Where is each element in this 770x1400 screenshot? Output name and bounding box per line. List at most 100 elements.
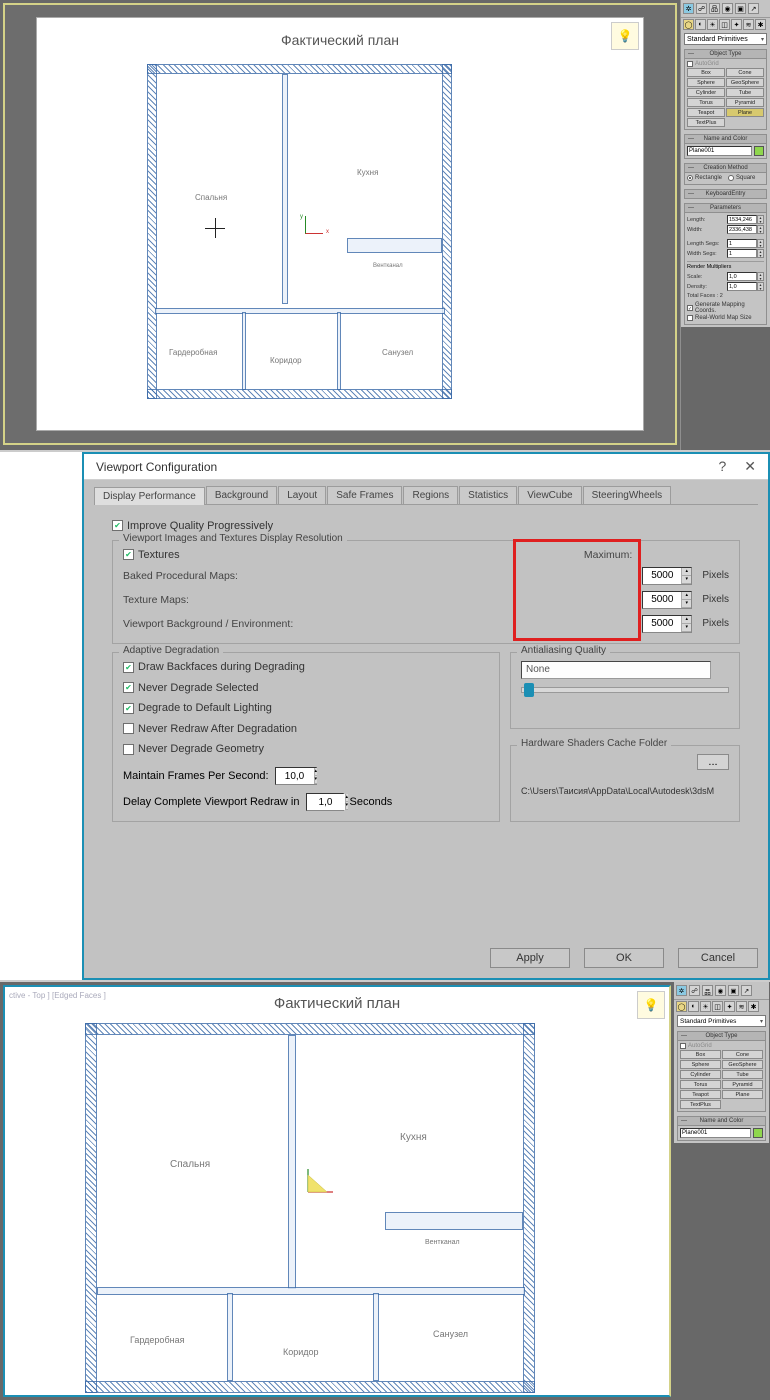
width-spinner[interactable]: ▴▾	[727, 225, 764, 234]
geosphere-button[interactable]: GeoSphere	[726, 78, 764, 87]
square-radio[interactable]	[728, 175, 734, 181]
rectangle-radio[interactable]	[687, 175, 693, 181]
draw-backfaces-checkbox[interactable]: ✔Draw Backfaces during Degrading	[123, 661, 305, 673]
name-color-rollout: Name and Color Plane001	[684, 134, 767, 159]
helpers-subtab-icon[interactable]: ✦	[724, 1001, 735, 1012]
tab-statistics[interactable]: Statistics	[459, 486, 517, 504]
help-icon[interactable]: ?	[718, 458, 726, 475]
panel-main-tabs: ✲ ☍ 品 ◉ ▣ ↗	[681, 0, 770, 18]
ok-button[interactable]: OK	[584, 948, 664, 968]
sphere-button[interactable]: Sphere	[687, 78, 725, 87]
utilities-tab-icon[interactable]: ↗	[741, 985, 752, 996]
systems-subtab-icon[interactable]: ✱	[748, 1001, 759, 1012]
helpers-subtab-icon[interactable]: ✦	[731, 19, 742, 30]
antialiasing-slider[interactable]	[521, 687, 729, 693]
torus-button[interactable]: Torus	[687, 98, 725, 107]
display-tab-icon[interactable]: ▣	[735, 3, 746, 14]
tube-button[interactable]: Tube	[726, 88, 764, 97]
pyramid-button[interactable]: Pyramid	[726, 98, 764, 107]
lights-subtab-icon[interactable]: ☀	[707, 19, 718, 30]
plane-button[interactable]: Plane	[726, 108, 764, 117]
width-segs-spinner[interactable]: ▴▾	[727, 249, 764, 258]
never-redraw-checkbox[interactable]: ✔Never Redraw After Degradation	[123, 723, 297, 735]
floorplan-canvas: Фактический план 💡 Спальня Кухня Гардеро…	[36, 17, 644, 431]
tab-background[interactable]: Background	[206, 486, 277, 504]
improve-quality-checkbox[interactable]: ✔Improve Quality Progressively	[112, 520, 273, 532]
display-tab-icon[interactable]: ▣	[728, 985, 739, 996]
cache-browse-button[interactable]: ...	[697, 754, 729, 770]
density-spinner[interactable]: ▴▾	[727, 282, 764, 291]
viewport[interactable]: Фактический план 💡 Спальня Кухня Гардеро…	[3, 3, 677, 445]
rollout-header[interactable]: Object Type	[684, 49, 767, 59]
hierarchy-tab-icon[interactable]: 品	[702, 985, 713, 996]
baked-maps-spinner[interactable]: ▴▾	[642, 567, 692, 585]
degrade-default-lighting-checkbox[interactable]: ✔Degrade to Default Lighting	[123, 702, 272, 714]
close-icon[interactable]: ✕	[744, 458, 756, 475]
create-tab-icon[interactable]: ✲	[683, 3, 694, 14]
parameters-rollout: Parameters Length: ▴▾ Width: ▴▾ Length S…	[684, 203, 767, 325]
viewport-config-dialog: Viewport Configuration ? ✕ Display Perfo…	[82, 452, 770, 980]
top-viewport-section: Фактический план 💡 Спальня Кухня Гардеро…	[0, 0, 770, 450]
utilities-tab-icon[interactable]: ↗	[748, 3, 759, 14]
cone-button[interactable]: Cone	[726, 68, 764, 77]
motion-tab-icon[interactable]: ◉	[715, 985, 726, 996]
gizmo-icon[interactable]	[305, 216, 323, 234]
teapot-button[interactable]: Teapot	[687, 108, 725, 117]
gizmo-icon[interactable]	[303, 1167, 337, 1197]
tab-regions[interactable]: Regions	[403, 486, 458, 504]
never-degrade-geometry-checkbox[interactable]: ✔Never Degrade Geometry	[123, 743, 264, 755]
modify-tab-icon[interactable]: ☍	[689, 985, 700, 996]
background-spinner[interactable]: ▴▾	[642, 615, 692, 633]
modify-tab-icon[interactable]: ☍	[696, 3, 707, 14]
lights-subtab-icon[interactable]: ☀	[700, 1001, 711, 1012]
cancel-button[interactable]: Cancel	[678, 948, 758, 968]
shapes-subtab-icon[interactable]: ◐	[688, 1001, 699, 1012]
texture-maps-spinner[interactable]: ▴▾	[642, 591, 692, 609]
tab-viewcube[interactable]: ViewCube	[518, 486, 581, 504]
generate-mapping-checkbox[interactable]: ✓	[687, 305, 693, 311]
keyboard-entry-rollout: KeyboardEntry	[684, 189, 767, 199]
geometry-subtab-icon[interactable]: ◯	[676, 1001, 687, 1012]
tab-layout[interactable]: Layout	[278, 486, 326, 504]
room-vent: Вентканал	[373, 263, 403, 269]
command-panel-bottom: ✲ ☍ 品 ◉ ▣ ↗ ◯ ◐ ☀ ◫ ✦ ≋ ✱ Standard Primi…	[674, 982, 769, 1400]
geometry-subtab-icon[interactable]: ◯	[683, 19, 694, 30]
cameras-subtab-icon[interactable]: ◫	[712, 1001, 723, 1012]
cameras-subtab-icon[interactable]: ◫	[719, 19, 730, 30]
length-spinner[interactable]: ▴▾	[727, 215, 764, 224]
tab-steeringwheels[interactable]: SteeringWheels	[583, 486, 672, 504]
object-name-input[interactable]: Plane001	[687, 146, 752, 156]
crosshair-icon	[205, 218, 225, 238]
spacewarps-subtab-icon[interactable]: ≋	[743, 19, 754, 30]
apply-button[interactable]: Apply	[490, 948, 570, 968]
fps-spinner[interactable]: ▴▾	[275, 767, 317, 785]
color-swatch[interactable]	[754, 146, 764, 156]
tab-safe-frames[interactable]: Safe Frames	[327, 486, 402, 504]
spacewarps-subtab-icon[interactable]: ≋	[736, 1001, 747, 1012]
lightbulb-icon[interactable]: 💡	[637, 991, 665, 1019]
primitive-dropdown[interactable]: Standard Primitives▾	[677, 1015, 766, 1027]
cylinder-button[interactable]: Cylinder	[687, 88, 725, 97]
scale-spinner[interactable]: ▴▾	[727, 272, 764, 281]
dialog-titlebar[interactable]: Viewport Configuration ? ✕	[84, 454, 768, 480]
viewport-bottom[interactable]: ctive - Top ] [Edged Faces ] Фактический…	[3, 985, 671, 1397]
shapes-subtab-icon[interactable]: ◐	[695, 19, 706, 30]
box-button[interactable]: Box	[687, 68, 725, 77]
never-degrade-selected-checkbox[interactable]: ✔Never Degrade Selected	[123, 682, 258, 694]
delay-spinner[interactable]: ▴▾	[306, 793, 344, 811]
color-swatch[interactable]	[753, 1128, 763, 1138]
hierarchy-tab-icon[interactable]: 品	[709, 3, 720, 14]
textures-checkbox[interactable]: ✔Textures	[123, 549, 574, 561]
tab-display-performance[interactable]: Display Performance	[94, 487, 205, 505]
create-tab-icon[interactable]: ✲	[676, 985, 687, 996]
motion-tab-icon[interactable]: ◉	[722, 3, 733, 14]
real-world-checkbox[interactable]	[687, 315, 693, 321]
primitive-dropdown[interactable]: Standard Primitives ▾	[684, 33, 767, 45]
room-bathroom: Санузел	[382, 348, 413, 357]
object-name-input[interactable]: Plane001	[680, 1128, 751, 1138]
lightbulb-icon[interactable]: 💡	[611, 22, 639, 50]
antialiasing-field[interactable]: None	[521, 661, 711, 679]
systems-subtab-icon[interactable]: ✱	[755, 19, 766, 30]
textplus-button[interactable]: TextPlus	[687, 118, 725, 127]
length-segs-spinner[interactable]: ▴▾	[727, 239, 764, 248]
